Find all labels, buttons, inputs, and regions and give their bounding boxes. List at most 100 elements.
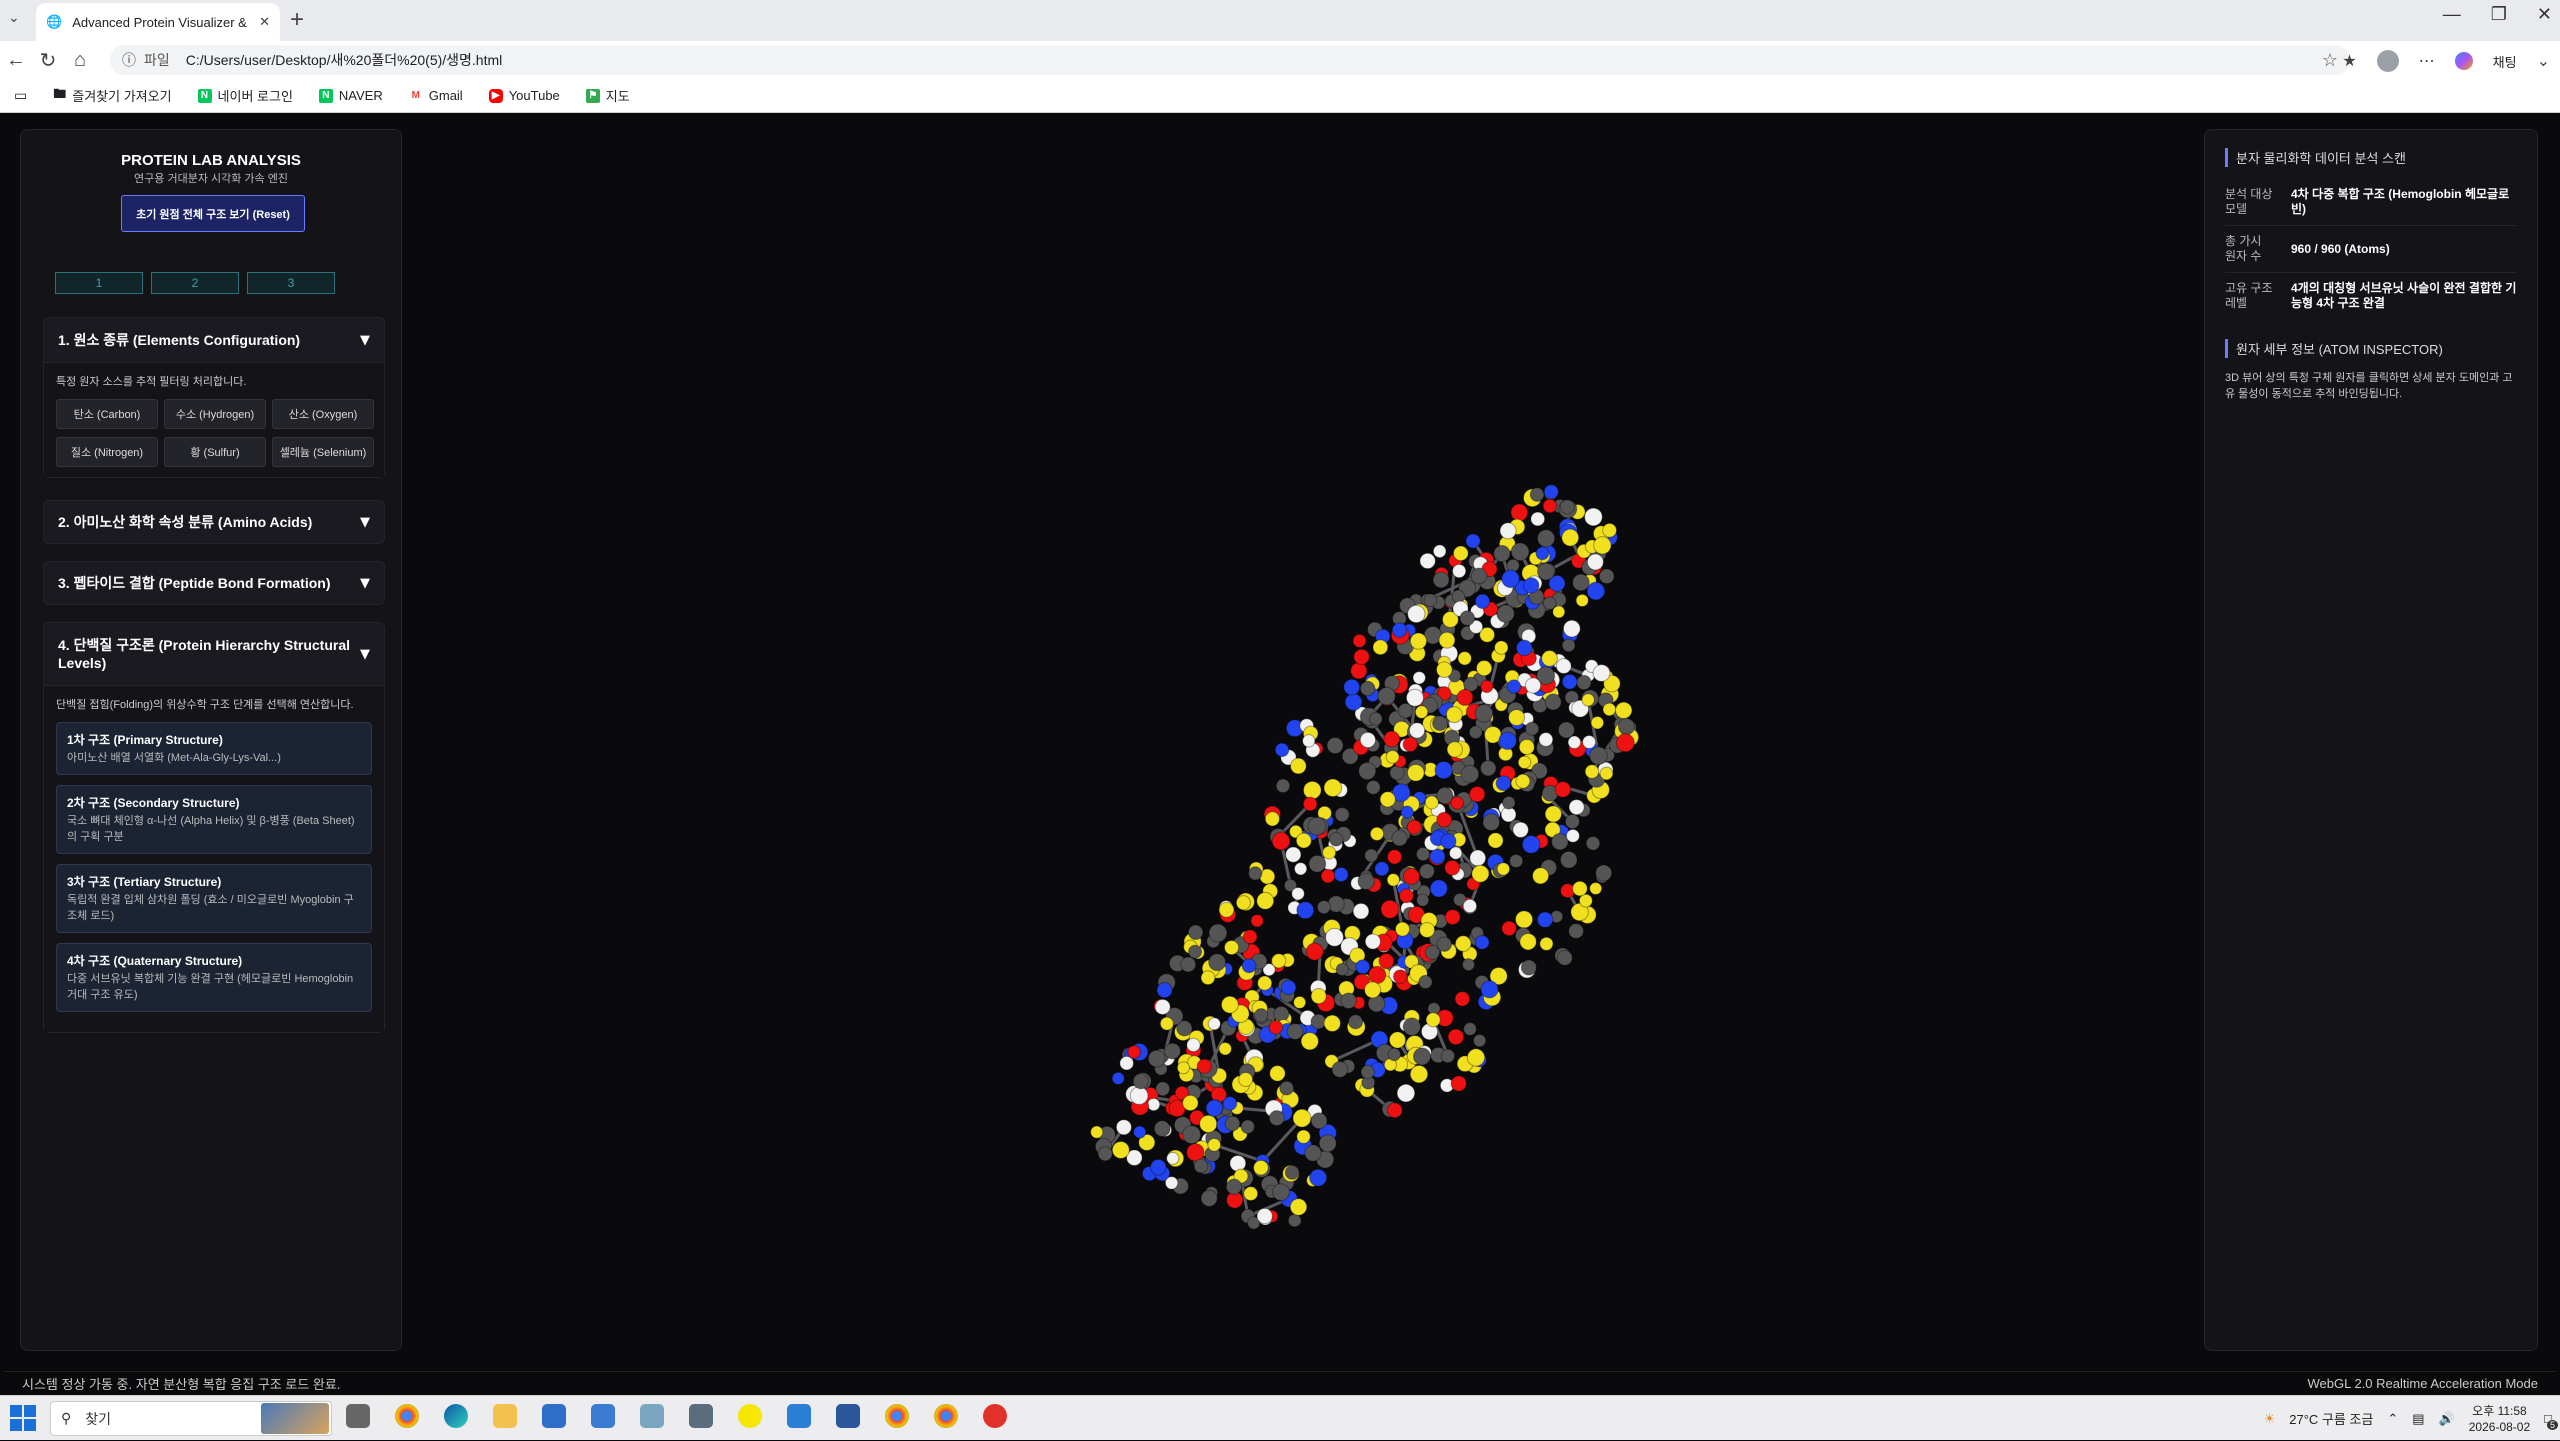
atom-sphere[interactable] — [1208, 953, 1227, 972]
atom-sphere[interactable] — [1419, 552, 1436, 570]
atom-sphere[interactable] — [1199, 1114, 1218, 1134]
atom-sphere[interactable] — [1445, 706, 1463, 724]
atom-sphere[interactable] — [1586, 581, 1606, 601]
collapse-arrow-icon[interactable]: ▼ — [360, 333, 370, 348]
atom-sphere[interactable] — [1293, 995, 1307, 1009]
atom-sphere[interactable] — [1568, 799, 1585, 816]
atom-sphere[interactable] — [1364, 981, 1382, 999]
tab-list-chevron-icon[interactable]: ⌄ — [8, 10, 20, 26]
atom-sphere[interactable] — [1218, 901, 1235, 918]
atom-sphere[interactable] — [1416, 893, 1430, 907]
atom-sphere[interactable] — [1352, 902, 1370, 920]
windows-start-icon[interactable] — [10, 1405, 36, 1431]
atom-sphere[interactable] — [1407, 604, 1426, 624]
atom-sphere[interactable] — [1287, 1213, 1302, 1228]
atom-sphere[interactable] — [1323, 1014, 1341, 1032]
atom-sphere[interactable] — [1444, 909, 1461, 926]
atom-sphere[interactable] — [1468, 725, 1483, 740]
atom-sphere[interactable] — [1475, 659, 1493, 677]
atom-sphere[interactable] — [1111, 1071, 1125, 1085]
app-icon[interactable] — [640, 1404, 664, 1428]
tertiary-structure-card[interactable]: 3차 구조 (Tertiary Structure) 독립적 완결 입체 삼차원… — [56, 864, 372, 933]
atom-sphere[interactable] — [1200, 970, 1216, 986]
atom-sphere[interactable] — [1561, 638, 1576, 653]
atom-sphere[interactable] — [1182, 1094, 1199, 1112]
atom-sphere[interactable] — [1320, 868, 1336, 884]
atom-sphere[interactable] — [1186, 1037, 1201, 1053]
atom-sphere[interactable] — [1451, 589, 1466, 604]
atom-sphere[interactable] — [1207, 1137, 1222, 1152]
atom-sphere[interactable] — [1302, 780, 1322, 800]
atom-sphere[interactable] — [1220, 995, 1239, 1014]
atom-sphere[interactable] — [1555, 658, 1572, 675]
atom-sphere[interactable] — [1271, 953, 1287, 969]
atom-sphere[interactable] — [1432, 544, 1447, 559]
atom-sphere[interactable] — [1340, 992, 1357, 1009]
atom-sphere[interactable] — [1561, 528, 1580, 547]
atom-sphere[interactable] — [1514, 910, 1534, 929]
atom-sphere[interactable] — [1272, 1183, 1290, 1202]
close-tab-icon[interactable]: ✕ — [259, 15, 270, 30]
atom-sphere[interactable] — [1295, 832, 1312, 849]
atom-sphere[interactable] — [1385, 749, 1400, 764]
atom-sphere[interactable] — [1253, 1008, 1269, 1023]
elements-section-header[interactable]: 1. 원소 종류 (Elements Configuration) ▼ — [44, 318, 384, 362]
atom-sphere[interactable] — [1256, 1207, 1273, 1225]
atom-sphere[interactable] — [1539, 936, 1554, 951]
atom-sphere[interactable] — [1551, 832, 1569, 851]
atom-sphere[interactable] — [1414, 705, 1429, 719]
atom-sphere[interactable] — [1182, 1125, 1202, 1145]
browser-tab[interactable]: 🌐 Advanced Protein Visualizer & Stru ✕ — [36, 3, 280, 41]
atom-sphere[interactable] — [1241, 958, 1257, 974]
atom-sphere[interactable] — [1250, 914, 1264, 928]
atom-sphere[interactable] — [1482, 813, 1501, 832]
atom-sphere[interactable] — [1432, 715, 1448, 732]
copilot-label[interactable]: 채팅 — [2493, 52, 2517, 71]
atom-sphere[interactable] — [1186, 1143, 1205, 1162]
atom-sphere[interactable] — [1394, 921, 1411, 937]
atom-sphere[interactable] — [1383, 730, 1401, 748]
atom-sphere[interactable] — [1575, 593, 1589, 608]
amino-acids-section-header[interactable]: 2. 아미노산 화학 속성 분류 (Amino Acids) ▼ — [44, 501, 384, 543]
atom-sphere[interactable] — [1353, 648, 1370, 666]
filter-sulfur-button[interactable]: 황 (Sulfur) — [164, 437, 266, 467]
preset-button-3[interactable]: 3 — [247, 272, 335, 294]
atom-sphere[interactable] — [1187, 924, 1204, 940]
atom-sphere[interactable] — [1562, 619, 1581, 638]
atom-sphere[interactable] — [1409, 632, 1428, 650]
atom-sphere[interactable] — [1418, 974, 1433, 990]
atom-sphere[interactable] — [1296, 1129, 1311, 1144]
atom-sphere[interactable] — [1348, 1014, 1364, 1030]
atom-sphere[interactable] — [1268, 1020, 1284, 1035]
atom-sphere[interactable] — [1269, 1065, 1286, 1082]
reset-view-button[interactable]: 초기 원점 전체 구조 보기 (Reset) — [121, 195, 305, 232]
atom-sphere[interactable] — [1515, 639, 1533, 657]
atom-sphere[interactable] — [1132, 1073, 1149, 1090]
word-icon[interactable] — [836, 1404, 860, 1428]
atom-sphere[interactable] — [1133, 1125, 1147, 1139]
atom-sphere[interactable] — [1205, 1099, 1224, 1117]
atom-sphere[interactable] — [1544, 805, 1563, 823]
atom-sphere[interactable] — [1402, 736, 1418, 753]
info-icon[interactable]: ⓘ — [122, 50, 136, 70]
peptide-bond-section-header[interactable]: 3. 펩타이드 결합 (Peptide Bond Formation) ▼ — [44, 562, 384, 604]
atom-sphere[interactable] — [1372, 639, 1389, 656]
atom-sphere[interactable] — [1508, 709, 1526, 727]
atom-sphere[interactable] — [1280, 979, 1297, 996]
atom-sphere[interactable] — [1496, 862, 1511, 876]
reading-list-icon[interactable]: ▭ — [14, 87, 27, 104]
atom-sphere[interactable] — [1525, 721, 1540, 736]
app-icon[interactable] — [591, 1404, 615, 1428]
atom-sphere[interactable] — [1493, 545, 1511, 563]
atom-sphere[interactable] — [1452, 545, 1469, 562]
atom-sphere[interactable] — [1557, 721, 1575, 739]
bookmark-youtube[interactable]: ▶ YouTube — [488, 88, 560, 103]
address-bar[interactable]: ⓘ 파일 C:/Users/user/Desktop/새%20폴더%20(5)/… — [110, 45, 2350, 75]
favorite-star-icon[interactable]: ☆ — [2322, 50, 2338, 71]
atom-sphere[interactable] — [1470, 567, 1488, 585]
atom-sphere[interactable] — [1111, 1140, 1130, 1159]
atom-sphere[interactable] — [1271, 831, 1291, 851]
tray-overflow-icon[interactable]: ⌃ — [2387, 1411, 2398, 1427]
atom-sphere[interactable] — [1424, 944, 1441, 960]
preset-button-2[interactable]: 2 — [151, 272, 239, 294]
